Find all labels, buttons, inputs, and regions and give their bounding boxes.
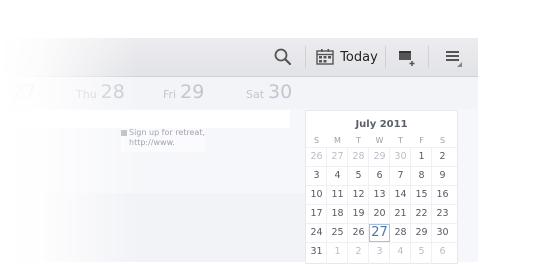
calendar-day[interactable]: 1 (411, 148, 432, 166)
calendar-day[interactable]: 2 (432, 148, 453, 166)
calendar-day[interactable]: 21 (390, 205, 411, 223)
search-button[interactable] (266, 38, 300, 76)
calendar-day[interactable]: 25 (327, 224, 348, 242)
weekday-label: T (356, 136, 361, 145)
calendar-day[interactable]: 20 (369, 205, 390, 223)
new-event-icon (399, 51, 415, 66)
calendar-day[interactable]: 26 (306, 148, 327, 166)
event-item[interactable]: Sign up for retreat, http://www. (121, 128, 205, 152)
calendar-day[interactable]: 14 (390, 186, 411, 204)
weekday-label: T (398, 136, 403, 145)
calendar-day[interactable]: 24 (306, 224, 327, 242)
calendar-day[interactable]: 19 (348, 205, 369, 223)
week-day-headers: 27 Thu 28 Fri 29 Sat 30 (0, 77, 478, 109)
separator (428, 46, 429, 68)
calendar-day[interactable]: 16 (432, 186, 453, 204)
weekday-label: W (375, 136, 384, 145)
search-icon (274, 48, 292, 66)
calendar-day[interactable]: 28 (390, 224, 411, 242)
time-grid (45, 193, 305, 262)
calendar-day[interactable]: 4 (390, 243, 411, 261)
calendar-day[interactable]: 6 (369, 167, 390, 185)
all-day-row[interactable] (0, 110, 290, 128)
calendar-day[interactable]: 3 (369, 243, 390, 261)
calendar-day[interactable]: 15 (411, 186, 432, 204)
today-label: Today (340, 49, 378, 65)
overflow-menu-icon (446, 51, 462, 67)
calendar-day[interactable]: 4 (327, 167, 348, 185)
calendar-day[interactable]: 27 (327, 148, 348, 166)
action-bar: Today (0, 38, 478, 77)
today-button[interactable]: Today (312, 38, 382, 76)
calendar-day[interactable]: 28 (348, 148, 369, 166)
calendar-day[interactable]: 3 (306, 167, 327, 185)
calendar-day[interactable]: 17 (306, 205, 327, 223)
calendar-day[interactable]: 12 (348, 186, 369, 204)
calendar-day[interactable]: 29 (369, 148, 390, 166)
calendar-day[interactable]: 29 (411, 224, 432, 242)
day-header[interactable]: Thu 28 (76, 81, 125, 103)
calendar-day[interactable]: 5 (348, 167, 369, 185)
mini-month-calendar: July 2011 S M T W T F S 26 27 28 29 30 1 2 3 4 5 6 7 8 9 10 11… (305, 110, 458, 264)
calendar-day[interactable]: 31 (306, 243, 327, 261)
calendar-day[interactable]: 5 (411, 243, 432, 261)
calendar-day[interactable]: 30 (390, 148, 411, 166)
calendar-day[interactable]: 1 (327, 243, 348, 261)
calendar-day[interactable]: 13 (369, 186, 390, 204)
calendar-day[interactable]: 27 (369, 224, 390, 242)
calendar-day[interactable]: 18 (327, 205, 348, 223)
day-header[interactable]: 27 (8, 81, 36, 103)
weekday-label: F (419, 136, 424, 145)
weekday-label: M (334, 136, 341, 145)
calendar-day[interactable]: 10 (306, 186, 327, 204)
calendar-day[interactable]: 26 (348, 224, 369, 242)
calendar-day[interactable]: 2 (348, 243, 369, 261)
day-header[interactable]: Fri 29 (163, 81, 204, 103)
calendar-day[interactable]: 30 (432, 224, 453, 242)
calendar-day[interactable]: 7 (390, 167, 411, 185)
calendar-day[interactable]: 6 (432, 243, 453, 261)
calendar-grid-icon (316, 49, 334, 65)
weekday-label: S (439, 136, 446, 145)
new-event-button[interactable] (390, 38, 424, 76)
event-color-marker (121, 130, 127, 136)
calendar-day[interactable]: 11 (327, 186, 348, 204)
calendar-day[interactable]: 23 (432, 205, 453, 223)
calendar-day[interactable]: 22 (411, 205, 432, 223)
month-title: July 2011 (355, 119, 408, 130)
event-title: Sign up for retreat, http://www. (129, 128, 206, 147)
day-header[interactable]: Sat 30 (246, 81, 292, 103)
overflow-menu-button[interactable] (436, 38, 470, 76)
separator (385, 46, 386, 68)
calendar-day[interactable]: 9 (432, 167, 453, 185)
separator (305, 46, 306, 68)
weekday-label: S (313, 136, 320, 145)
calendar-day[interactable]: 8 (411, 167, 432, 185)
